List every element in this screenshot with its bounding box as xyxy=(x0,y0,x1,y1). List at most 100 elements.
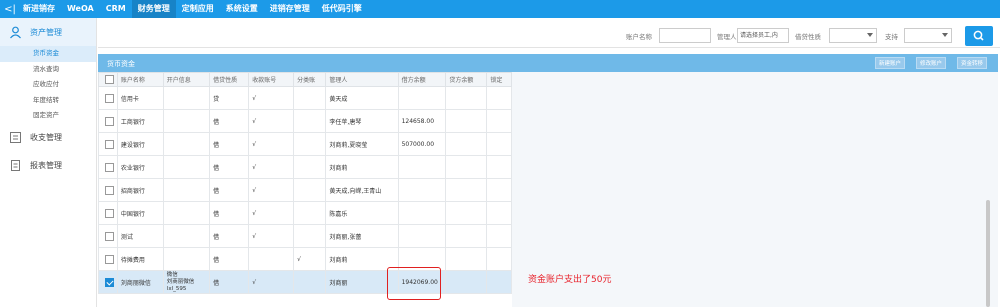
nav-item-custom-apps[interactable]: 定制应用 xyxy=(176,0,220,18)
table-cell-receive: √ xyxy=(248,201,295,225)
row-checkbox[interactable] xyxy=(105,254,114,264)
column-header[interactable]: 借贷性质 xyxy=(209,72,250,87)
back-arrow-icon[interactable]: <| xyxy=(3,4,17,15)
search-button[interactable] xyxy=(965,26,993,46)
nav-item-weoa[interactable]: WeOA xyxy=(61,0,100,18)
table-cell-ledger xyxy=(293,224,327,248)
top-nav-bar: <| 新进销存 WeOA CRM 财务管理 定制应用 系统设置 进销存管理 低代… xyxy=(0,0,1000,18)
row-checkbox[interactable] xyxy=(105,208,114,218)
table-cell-ledger xyxy=(293,132,327,156)
row-checkbox[interactable] xyxy=(105,277,114,287)
table-cell-nature: 借 xyxy=(209,247,250,271)
fund-transfer-button[interactable]: 资金转移 xyxy=(957,57,988,69)
table-row[interactable]: 测试 借 √ 刘商丽,张蕾 xyxy=(98,224,512,248)
table-cell-debit xyxy=(397,224,447,248)
table-cell-debit: 507000.00 xyxy=(397,132,447,156)
row-select-cell xyxy=(98,270,118,294)
nav-item-xinjinxiaocun[interactable]: 新进销存 xyxy=(17,0,61,18)
nav-item-inventory[interactable]: 进销存管理 xyxy=(264,0,316,18)
table-row[interactable]: 信用卡 贷 √ 黄天成 xyxy=(98,86,512,110)
sidebar-item-fixed-assets[interactable]: 固定资产 xyxy=(0,108,96,124)
table-row[interactable]: 待摊费用借 √ 刘商莉 xyxy=(98,247,512,271)
column-header[interactable]: 借方余额 xyxy=(397,72,447,87)
table-cell-lock xyxy=(486,86,512,110)
table-header-row: 账户名称 开户信息 借贷性质 收款账号 分类账 管理人 借方余额 贷方余额 锁定 xyxy=(98,72,512,87)
table-cell-nature: 借 xyxy=(209,201,250,225)
account-name-label: 账户名称 xyxy=(626,33,652,41)
support-label: 支持 xyxy=(885,33,898,41)
table-cell-debit xyxy=(397,201,447,225)
support-select[interactable] xyxy=(904,28,952,43)
row-checkbox[interactable] xyxy=(105,93,114,103)
table-row[interactable]: 建设银行 借 √ 刘商莉,夏晓莹 507000.00 xyxy=(98,132,512,156)
report-icon xyxy=(9,159,22,172)
info-line: lxl_595 xyxy=(166,285,187,292)
nav-item-lowcode[interactable]: 低代码引擎 xyxy=(316,0,368,18)
row-checkbox[interactable] xyxy=(105,116,114,126)
sidebar-group-assets[interactable]: 资产管理 xyxy=(0,18,96,46)
nav-item-finance[interactable]: 财务管理 xyxy=(131,0,176,18)
row-select-cell xyxy=(98,109,118,133)
column-header[interactable]: 管理人 xyxy=(325,72,399,87)
sidebar-item-flow-query[interactable]: 流水查询 xyxy=(0,62,96,78)
table-cell-manager: 黄天成 xyxy=(325,86,399,110)
table-cell-credit xyxy=(445,224,488,248)
column-header[interactable]: 锁定 xyxy=(486,72,512,87)
accounts-table-container: 账户名称 开户信息 借贷性质 收款账号 分类账 管理人 借方余额 贷方余额 锁定… xyxy=(98,72,512,307)
table-row[interactable]: 农业银行 借 √ 刘商莉 xyxy=(98,155,512,179)
sidebar-item-cash-funds[interactable]: 货币资金 xyxy=(0,46,96,62)
table-cell-ledger xyxy=(293,201,327,225)
manager-input[interactable]: 请选择员工,内 xyxy=(737,28,789,43)
nav-item-crm[interactable]: CRM xyxy=(100,0,132,18)
table-cell-info xyxy=(162,155,211,179)
account-name-input[interactable] xyxy=(659,28,711,43)
column-header[interactable]: 贷方余额 xyxy=(445,72,488,87)
nature-select[interactable] xyxy=(829,28,877,43)
table-row[interactable]: 招商银行 借 √ 黄天成,向嵘,王青山 xyxy=(98,178,512,202)
table-cell-credit xyxy=(445,109,488,133)
table-cell-receive: √ xyxy=(248,178,295,202)
row-checkbox[interactable] xyxy=(105,231,114,241)
sidebar-item-year-end[interactable]: 年度结转 xyxy=(0,93,96,109)
row-select-cell xyxy=(98,247,118,271)
column-header[interactable]: 账户名称 xyxy=(116,72,164,87)
new-account-button[interactable]: 新建账户 xyxy=(875,57,906,69)
table-cell-ledger xyxy=(293,155,327,179)
table-cell-name: 信用卡 xyxy=(116,86,164,110)
table-row[interactable]: 刘商丽微信 微信 刘商丽微信 lxl_595 借 √ 刘商丽 1942069.00 xyxy=(98,270,512,294)
column-header[interactable]: 分类账 xyxy=(293,72,327,87)
table-cell-ledger xyxy=(293,86,327,110)
table-cell-name: 工商银行 xyxy=(116,109,164,133)
annotation-text: 资金账户支出了50元 xyxy=(528,275,612,285)
table-row[interactable]: 工商银行 借 √ 李任苹,唐琴 124658.00 xyxy=(98,109,512,133)
table-cell-receive xyxy=(248,247,295,271)
table-row[interactable]: 中国银行 借 √ 陈嘉乐 xyxy=(98,201,512,225)
row-checkbox[interactable] xyxy=(105,185,114,195)
table-cell-debit xyxy=(397,155,447,179)
table-cell-credit xyxy=(445,270,488,294)
row-select-cell xyxy=(98,201,118,225)
table-cell-nature: 借 xyxy=(209,270,250,294)
column-header[interactable]: 收款账号 xyxy=(248,72,295,87)
vertical-scrollbar[interactable] xyxy=(986,200,990,307)
row-checkbox[interactable] xyxy=(105,139,114,149)
panel-header: 货币资金 新建账户 修改账户 资金转移 xyxy=(98,54,998,72)
table-cell-receive: √ xyxy=(248,155,295,179)
select-all-checkbox[interactable] xyxy=(105,75,114,84)
table-cell-ledger xyxy=(293,178,327,202)
row-select-cell xyxy=(98,178,118,202)
sidebar-group-reports[interactable]: 报表管理 xyxy=(0,152,96,180)
table-cell-lock xyxy=(486,224,512,248)
nav-item-system-settings[interactable]: 系统设置 xyxy=(220,0,264,18)
sidebar-group-income-expense[interactable]: 收支管理 xyxy=(0,124,96,152)
edit-account-button[interactable]: 修改账户 xyxy=(916,57,947,69)
table-cell-receive: √ xyxy=(248,109,295,133)
sidebar-item-receivables[interactable]: 应收应付 xyxy=(0,77,96,93)
table-cell-info xyxy=(162,109,211,133)
column-header[interactable]: 开户信息 xyxy=(162,72,211,87)
table-cell-nature: 借 xyxy=(209,224,250,248)
table-cell-info xyxy=(162,201,211,225)
panel-title: 货币资金 xyxy=(107,60,135,68)
table-cell-receive: √ xyxy=(248,132,295,156)
row-checkbox[interactable] xyxy=(105,162,114,172)
